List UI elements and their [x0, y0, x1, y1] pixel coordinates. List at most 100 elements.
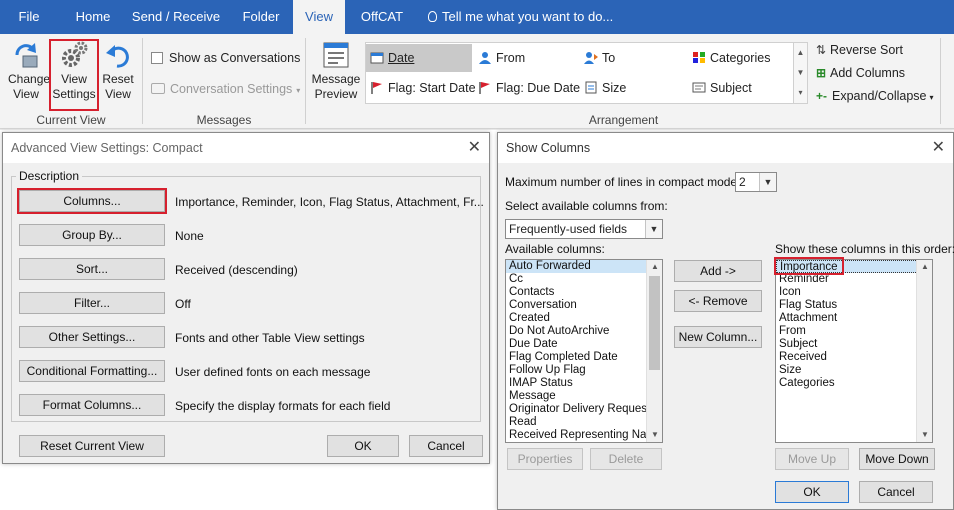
list-item[interactable]: Read [506, 416, 662, 429]
shown-columns-list[interactable]: Importance Reminder Icon Flag Status Att… [775, 259, 933, 443]
list-item[interactable]: Created [506, 312, 662, 325]
arrange-by-size[interactable]: Size [580, 74, 686, 102]
person-arrow-icon [584, 52, 598, 64]
cancel-button[interactable]: Cancel [409, 435, 483, 457]
arrange-by-to[interactable]: To [580, 44, 686, 72]
list-item[interactable]: Categories [776, 377, 932, 390]
list-item[interactable]: Received Representing Nar [506, 429, 662, 442]
list-item[interactable]: Do Not AutoArchive [506, 325, 662, 338]
list-item[interactable]: Originator Delivery Reques [506, 403, 662, 416]
group-separator [142, 38, 143, 124]
select-from-label: Select available columns from: [505, 199, 668, 213]
add-columns-button[interactable]: ⊞ Add Columns [816, 62, 905, 84]
add-button[interactable]: Add -> [674, 260, 762, 282]
reset-current-view-button[interactable]: Reset Current View [19, 435, 165, 457]
sort-description: Received (descending) [175, 263, 298, 277]
list-item[interactable]: Flag Completed Date [506, 351, 662, 364]
scroll-up-icon[interactable]: ▲ [647, 260, 662, 274]
list-item[interactable]: Subject [776, 338, 932, 351]
other-settings-button[interactable]: Other Settings... [19, 326, 165, 348]
properties-button[interactable]: Properties [507, 448, 583, 470]
dialog-title: Show Columns [506, 141, 591, 155]
list-item[interactable]: Conversation [506, 299, 662, 312]
available-columns-list[interactable]: Auto Forwarded Cc Contacts Conversation … [505, 259, 663, 443]
tab-send-receive[interactable]: Send / Receive [128, 0, 224, 34]
tab-view[interactable]: View [293, 0, 345, 34]
sort-button[interactable]: Sort... [19, 258, 165, 280]
show-as-conversations-checkbox[interactable]: Show as Conversations [151, 47, 300, 69]
message-preview-button[interactable]: Message Preview [309, 38, 363, 102]
filter-button[interactable]: Filter... [19, 292, 165, 314]
scroll-thumb[interactable] [649, 276, 660, 370]
arrange-by-from[interactable]: From [474, 44, 578, 72]
list-item[interactable]: Contacts [506, 286, 662, 299]
list-item[interactable]: Attachment [776, 312, 932, 325]
arrange-by-subject[interactable]: Subject [688, 74, 792, 102]
list-item[interactable]: Auto Forwarded [506, 260, 662, 273]
ok-button[interactable]: OK [775, 481, 849, 503]
scroll-down-icon[interactable]: ▼ [917, 428, 932, 442]
tab-file[interactable]: File [0, 0, 58, 34]
scroll-down-icon[interactable]: ▼ [647, 428, 662, 442]
scrollbar[interactable]: ▲ ▼ [916, 260, 932, 442]
list-item[interactable]: Size [776, 364, 932, 377]
chevron-down-icon: ▼ [759, 173, 776, 191]
arrange-by-date-label: Date [388, 51, 415, 65]
format-columns-button[interactable]: Format Columns... [19, 394, 165, 416]
max-lines-value: 2 [739, 175, 746, 189]
group-by-button[interactable]: Group By... [19, 224, 165, 246]
gallery-up-arrow-icon[interactable]: ▲ [794, 43, 807, 63]
tab-folder[interactable]: Folder [232, 0, 290, 34]
gallery-more-icon[interactable]: ▾ [794, 83, 807, 103]
reverse-sort-button[interactable]: ⇅ Reverse Sort [816, 39, 903, 61]
move-up-button[interactable]: Move Up [775, 448, 849, 470]
remove-button[interactable]: <- Remove [674, 290, 762, 312]
gallery-down-arrow-icon[interactable]: ▼ [794, 63, 807, 83]
arrange-by-flag-start-date[interactable]: Flag: Start Date [366, 74, 476, 102]
conditional-formatting-button[interactable]: Conditional Formatting... [19, 360, 165, 382]
arrange-by-flag-due-date[interactable]: Flag: Due Date [474, 74, 580, 102]
list-item[interactable]: Flag Status [776, 299, 932, 312]
ok-button[interactable]: OK [327, 435, 399, 457]
filter-description: Off [175, 297, 191, 311]
conversation-settings-button[interactable]: Conversation Settings ▾ [151, 78, 300, 100]
select-from-dropdown[interactable]: Frequently-used fields ▼ [505, 219, 663, 239]
list-item[interactable]: Icon [776, 286, 932, 299]
expand-collapse-button[interactable]: +- Expand/Collapse ▾ [816, 85, 934, 107]
list-item[interactable]: From [776, 325, 932, 338]
scroll-up-icon[interactable]: ▲ [917, 260, 932, 274]
message-preview-label: Message Preview [311, 72, 361, 101]
subject-icon [692, 82, 706, 93]
max-lines-select[interactable]: 2 ▼ [735, 172, 777, 192]
conversation-settings-label: Conversation Settings [170, 82, 293, 96]
reset-view-button[interactable]: Reset View [100, 38, 136, 102]
list-item[interactable]: Message [506, 390, 662, 403]
ribbon: Change View View Settings Reset View Cur… [0, 34, 954, 129]
gallery-scroll[interactable]: ▲ ▼ ▾ [793, 43, 807, 103]
list-item[interactable]: Cc [506, 273, 662, 286]
list-item[interactable]: Received [776, 351, 932, 364]
scrollbar[interactable]: ▲ ▼ [646, 260, 662, 442]
person-icon [479, 52, 491, 64]
tab-home[interactable]: Home [64, 0, 122, 34]
list-item[interactable]: Due Date [506, 338, 662, 351]
dropdown-arrow-icon: ▾ [296, 86, 301, 95]
tell-me-box[interactable]: Tell me what you want to do... [428, 0, 613, 34]
columns-button[interactable]: Columns... [19, 190, 165, 212]
list-item[interactable]: Follow Up Flag [506, 364, 662, 377]
close-icon[interactable]: ✕ [932, 133, 945, 163]
list-item[interactable]: Reminder [776, 273, 932, 286]
tab-offcat[interactable]: OffCAT [352, 0, 412, 34]
change-view-button[interactable]: Change View [4, 38, 50, 102]
arrange-by-date[interactable]: Date [366, 44, 472, 72]
cancel-button[interactable]: Cancel [859, 481, 933, 503]
move-down-button[interactable]: Move Down [859, 448, 935, 470]
list-item[interactable]: IMAP Status [506, 377, 662, 390]
new-column-button[interactable]: New Column... [674, 326, 762, 348]
delete-button[interactable]: Delete [590, 448, 662, 470]
arrange-by-categories[interactable]: Categories [688, 44, 792, 72]
list-item[interactable]: Importance [776, 260, 932, 273]
view-settings-button[interactable]: View Settings [51, 38, 97, 102]
close-icon[interactable]: ✕ [468, 133, 481, 163]
arrange-by-to-label: To [602, 51, 616, 65]
